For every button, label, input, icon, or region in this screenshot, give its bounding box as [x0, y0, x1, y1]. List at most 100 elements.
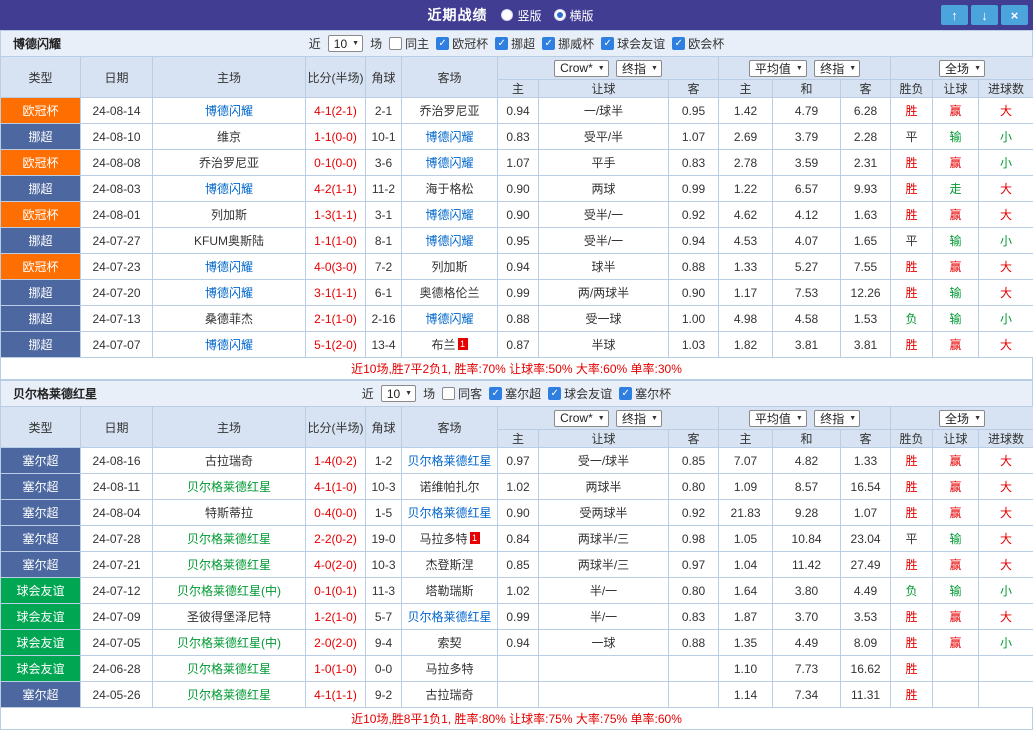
- same-venue-filter[interactable]: 同主: [389, 35, 429, 52]
- league-filter[interactable]: 球会友谊: [601, 35, 665, 52]
- away-team[interactable]: 博德闪耀: [402, 228, 498, 254]
- away-team[interactable]: 索契: [402, 630, 498, 656]
- away-team-name[interactable]: 博德闪耀: [425, 208, 473, 222]
- league-filter[interactable]: 欧冠杯: [436, 35, 488, 52]
- away-team[interactable]: 博德闪耀: [402, 150, 498, 176]
- layout-radio-horizontal[interactable]: 横版: [554, 7, 594, 24]
- away-team-name[interactable]: 杰登斯涅: [425, 558, 473, 572]
- away-team-name[interactable]: 博德闪耀: [425, 130, 473, 144]
- odds-stage-select[interactable]: 终指▼: [616, 410, 662, 427]
- checkbox-checked-icon[interactable]: [619, 387, 632, 400]
- home-team[interactable]: 贝尔格莱德红星: [153, 656, 306, 682]
- away-team-name[interactable]: 海于格松: [425, 182, 473, 196]
- away-team[interactable]: 博德闪耀: [402, 124, 498, 150]
- home-team[interactable]: 桑德菲杰: [153, 306, 306, 332]
- checkbox-checked-icon[interactable]: [489, 387, 502, 400]
- away-team[interactable]: 海于格松: [402, 176, 498, 202]
- layout-radio-vertical[interactable]: 竖版: [501, 7, 541, 24]
- away-team-name[interactable]: 索契: [437, 636, 461, 650]
- close-button[interactable]: ×: [1001, 5, 1028, 25]
- league-filter[interactable]: 塞尔杯: [619, 385, 671, 402]
- home-team[interactable]: 贝尔格莱德红星(中): [153, 578, 306, 604]
- away-team-name[interactable]: 奥德格伦兰: [419, 286, 479, 300]
- away-team[interactable]: 马拉多特: [402, 656, 498, 682]
- home-team[interactable]: 博德闪耀: [153, 332, 306, 358]
- away-team[interactable]: 贝尔格莱德红星: [402, 604, 498, 630]
- away-team[interactable]: 列加斯: [402, 254, 498, 280]
- away-team-name[interactable]: 列加斯: [431, 260, 467, 274]
- radio-selected-icon[interactable]: [554, 9, 566, 21]
- away-team-name[interactable]: 贝尔格莱德红星: [407, 610, 491, 624]
- match-count-select[interactable]: 10▼: [328, 35, 363, 52]
- checkbox-unchecked-icon[interactable]: [442, 387, 455, 400]
- checkbox-checked-icon[interactable]: [495, 37, 508, 50]
- home-team[interactable]: 特斯蒂拉: [153, 500, 306, 526]
- away-team[interactable]: 奥德格伦兰: [402, 280, 498, 306]
- away-team-name[interactable]: 博德闪耀: [425, 234, 473, 248]
- scope-select[interactable]: 全场▼: [939, 410, 985, 427]
- match-count-select[interactable]: 10▼: [381, 385, 416, 402]
- radio-unselected-icon[interactable]: [501, 9, 513, 21]
- checkbox-unchecked-icon[interactable]: [389, 37, 402, 50]
- away-team-name[interactable]: 博德闪耀: [425, 156, 473, 170]
- away-team-name[interactable]: 诺维帕扎尔: [419, 480, 479, 494]
- match-date: 24-08-11: [81, 474, 153, 500]
- scroll-down-button[interactable]: ↓: [971, 5, 998, 25]
- home-team[interactable]: 博德闪耀: [153, 98, 306, 124]
- home-team[interactable]: 贝尔格莱德红星(中): [153, 630, 306, 656]
- away-team-name[interactable]: 布兰: [431, 338, 455, 352]
- away-team[interactable]: 乔治罗尼亚: [402, 98, 498, 124]
- checkbox-checked-icon[interactable]: [542, 37, 555, 50]
- home-team[interactable]: 乔治罗尼亚: [153, 150, 306, 176]
- home-team[interactable]: 古拉瑞奇: [153, 448, 306, 474]
- away-team[interactable]: 贝尔格莱德红星: [402, 448, 498, 474]
- away-team-name[interactable]: 马拉多特: [425, 662, 473, 676]
- away-team-name[interactable]: 古拉瑞奇: [425, 688, 473, 702]
- home-team[interactable]: 圣彼得堡泽尼特: [153, 604, 306, 630]
- home-team[interactable]: 贝尔格莱德红星: [153, 526, 306, 552]
- league-filter[interactable]: 挪威杯: [542, 35, 594, 52]
- home-team[interactable]: 贝尔格莱德红星: [153, 552, 306, 578]
- away-team-name[interactable]: 贝尔格莱德红星: [407, 454, 491, 468]
- away-team[interactable]: 杰登斯涅: [402, 552, 498, 578]
- checkbox-checked-icon[interactable]: [672, 37, 685, 50]
- league-filter[interactable]: 塞尔超: [489, 385, 541, 402]
- odds-company-select[interactable]: Crow*▼: [554, 60, 609, 77]
- home-team[interactable]: 列加斯: [153, 202, 306, 228]
- away-team[interactable]: 马拉多特1: [402, 526, 498, 552]
- home-team[interactable]: 博德闪耀: [153, 280, 306, 306]
- away-team[interactable]: 诺维帕扎尔: [402, 474, 498, 500]
- away-team-name[interactable]: 塔勒瑞斯: [425, 584, 473, 598]
- average-source-select[interactable]: 平均值▼: [749, 410, 807, 427]
- average-stage-select[interactable]: 终指▼: [814, 410, 860, 427]
- odds-stage-select[interactable]: 终指▼: [616, 60, 662, 77]
- checkbox-checked-icon[interactable]: [436, 37, 449, 50]
- same-venue-filter[interactable]: 同客: [442, 385, 482, 402]
- home-team[interactable]: 贝尔格莱德红星: [153, 682, 306, 708]
- home-team[interactable]: 博德闪耀: [153, 254, 306, 280]
- away-team-name[interactable]: 博德闪耀: [425, 312, 473, 326]
- away-team-name[interactable]: 乔治罗尼亚: [419, 104, 479, 118]
- away-team[interactable]: 博德闪耀: [402, 306, 498, 332]
- average-stage-select[interactable]: 终指▼: [814, 60, 860, 77]
- checkbox-checked-icon[interactable]: [601, 37, 614, 50]
- scroll-up-button[interactable]: ↑: [941, 5, 968, 25]
- away-team[interactable]: 布兰1: [402, 332, 498, 358]
- checkbox-checked-icon[interactable]: [548, 387, 561, 400]
- home-team[interactable]: KFUM奥斯陆: [153, 228, 306, 254]
- away-team-name[interactable]: 马拉多特: [419, 532, 467, 546]
- odds-company-select[interactable]: Crow*▼: [554, 410, 609, 427]
- away-team-name[interactable]: 贝尔格莱德红星: [407, 506, 491, 520]
- scope-select[interactable]: 全场▼: [939, 60, 985, 77]
- away-team[interactable]: 贝尔格莱德红星: [402, 500, 498, 526]
- average-source-select[interactable]: 平均值▼: [749, 60, 807, 77]
- away-team[interactable]: 塔勒瑞斯: [402, 578, 498, 604]
- league-filter[interactable]: 欧会杯: [672, 35, 724, 52]
- home-team[interactable]: 博德闪耀: [153, 176, 306, 202]
- away-team[interactable]: 博德闪耀: [402, 202, 498, 228]
- league-filter[interactable]: 球会友谊: [548, 385, 612, 402]
- home-team[interactable]: 贝尔格莱德红星: [153, 474, 306, 500]
- home-team[interactable]: 维京: [153, 124, 306, 150]
- away-team[interactable]: 古拉瑞奇: [402, 682, 498, 708]
- league-filter[interactable]: 挪超: [495, 35, 535, 52]
